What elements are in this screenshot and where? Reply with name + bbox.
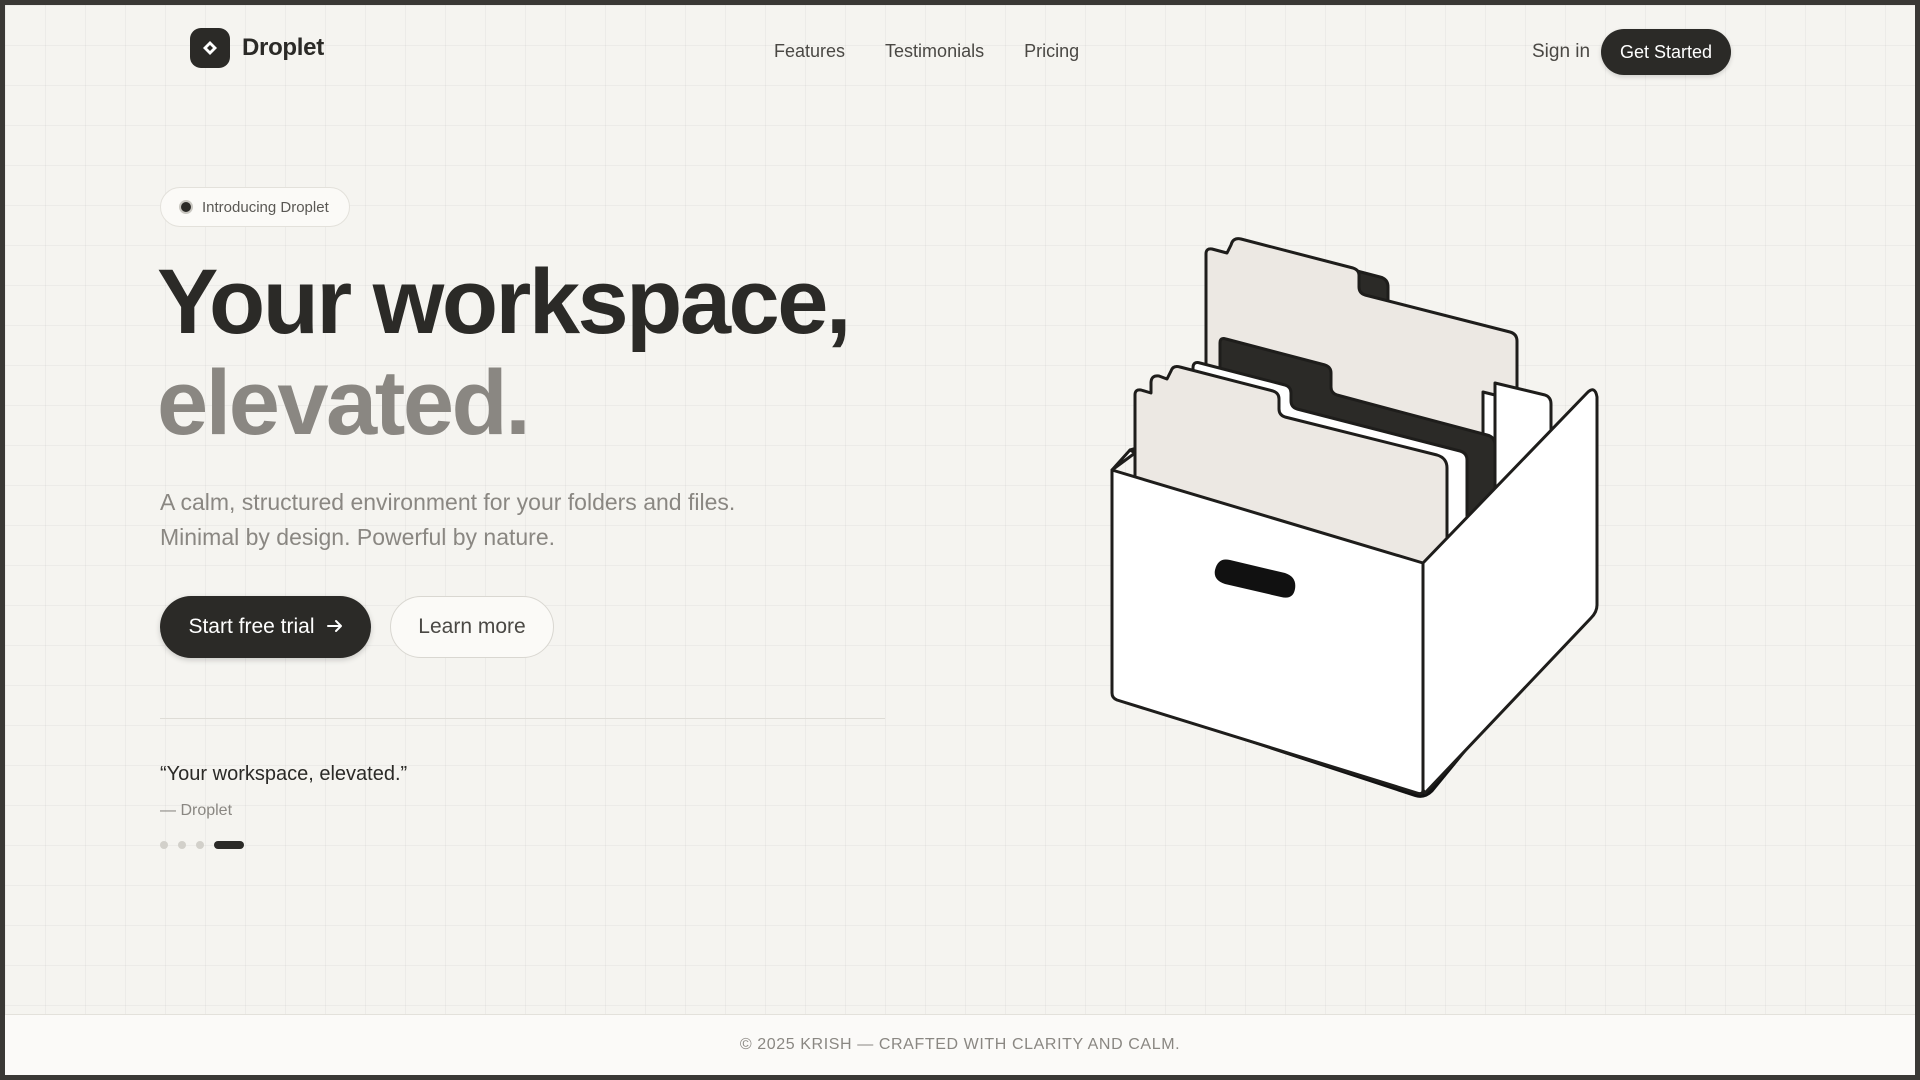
testimonial-quote: “Your workspace, elevated.” <box>160 763 408 785</box>
carousel-dot-4-active[interactable] <box>214 841 244 849</box>
carousel-dots <box>160 841 244 849</box>
start-free-trial-label: Start free trial <box>188 615 315 638</box>
footer-text: © 2025 KRISH — CRAFTED WITH CLARITY AND … <box>739 1036 1181 1053</box>
nav-link-pricing[interactable]: Pricing <box>1024 41 1079 62</box>
hero-subtitle: A calm, structured environment for your … <box>160 485 735 555</box>
testimonial-author: — Droplet <box>160 802 233 819</box>
brand-logo[interactable]: Droplet <box>190 28 324 68</box>
learn-more-button[interactable]: Learn more <box>390 596 554 658</box>
headline-line-2: elevated. <box>157 352 531 454</box>
carousel-dot-3[interactable] <box>196 841 204 849</box>
badge-label: Introducing Droplet <box>202 198 329 216</box>
start-free-trial-button[interactable]: Start free trial <box>160 596 371 658</box>
nav-links: Features Testimonials Pricing <box>774 41 1079 62</box>
nav-link-testimonials[interactable]: Testimonials <box>885 41 984 62</box>
subtitle-line-2: Minimal by design. Powerful by nature. <box>160 524 556 550</box>
page: Droplet Features Testimonials Pricing Si… <box>5 5 1915 1075</box>
subtitle-line-1: A calm, structured environment for your … <box>160 489 736 515</box>
intro-badge: Introducing Droplet <box>160 187 350 227</box>
carousel-dot-1[interactable] <box>160 841 168 849</box>
sign-in-link[interactable]: Sign in <box>1532 41 1590 63</box>
arrow-right-icon <box>326 615 343 639</box>
nav-link-features[interactable]: Features <box>774 41 845 62</box>
section-divider <box>160 718 885 719</box>
top-nav: Droplet Features Testimonials Pricing Si… <box>5 5 1915 93</box>
get-started-button[interactable]: Get Started <box>1601 29 1731 75</box>
file-box-illustration <box>1085 215 1665 815</box>
diamond-icon <box>190 28 230 68</box>
brand-name: Droplet <box>242 34 324 61</box>
footer: © 2025 KRISH — CRAFTED WITH CLARITY AND … <box>5 1014 1915 1075</box>
badge-dot-icon <box>179 200 193 214</box>
carousel-dot-2[interactable] <box>178 841 186 849</box>
headline-line-1: Your workspace, <box>157 251 851 353</box>
